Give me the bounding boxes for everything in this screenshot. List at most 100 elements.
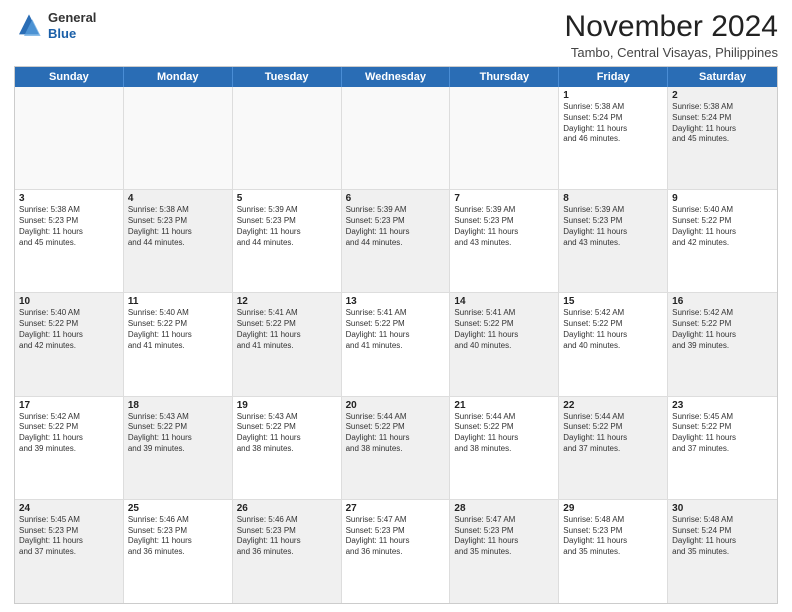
day-cell-23: 23Sunrise: 5:45 AM Sunset: 5:22 PM Dayli… [668,397,777,499]
day-cell-9: 9Sunrise: 5:40 AM Sunset: 5:22 PM Daylig… [668,190,777,292]
day-number: 3 [19,193,119,204]
day-number: 8 [563,193,663,204]
day-info: Sunrise: 5:43 AM Sunset: 5:22 PM Dayligh… [128,412,228,455]
day-info: Sunrise: 5:38 AM Sunset: 5:24 PM Dayligh… [563,102,663,145]
day-info: Sunrise: 5:39 AM Sunset: 5:23 PM Dayligh… [563,205,663,248]
day-info: Sunrise: 5:47 AM Sunset: 5:23 PM Dayligh… [346,515,446,558]
col-header-wednesday: Wednesday [342,67,451,87]
day-cell-12: 12Sunrise: 5:41 AM Sunset: 5:22 PM Dayli… [233,293,342,395]
day-number: 24 [19,503,119,514]
day-cell-29: 29Sunrise: 5:48 AM Sunset: 5:23 PM Dayli… [559,500,668,603]
day-number: 30 [672,503,773,514]
day-cell-8: 8Sunrise: 5:39 AM Sunset: 5:23 PM Daylig… [559,190,668,292]
day-number: 14 [454,296,554,307]
day-info: Sunrise: 5:41 AM Sunset: 5:22 PM Dayligh… [237,308,337,351]
day-info: Sunrise: 5:38 AM Sunset: 5:24 PM Dayligh… [672,102,773,145]
day-info: Sunrise: 5:45 AM Sunset: 5:22 PM Dayligh… [672,412,773,455]
day-cell-11: 11Sunrise: 5:40 AM Sunset: 5:22 PM Dayli… [124,293,233,395]
day-cell-25: 25Sunrise: 5:46 AM Sunset: 5:23 PM Dayli… [124,500,233,603]
logo-blue: Blue [48,26,96,42]
day-number: 16 [672,296,773,307]
page: General Blue November 2024 Tambo, Centra… [0,0,792,612]
day-cell-15: 15Sunrise: 5:42 AM Sunset: 5:22 PM Dayli… [559,293,668,395]
title-block: November 2024 Tambo, Central Visayas, Ph… [565,10,778,60]
day-info: Sunrise: 5:39 AM Sunset: 5:23 PM Dayligh… [346,205,446,248]
day-info: Sunrise: 5:46 AM Sunset: 5:23 PM Dayligh… [237,515,337,558]
day-info: Sunrise: 5:48 AM Sunset: 5:24 PM Dayligh… [672,515,773,558]
empty-cell [15,87,124,189]
col-header-tuesday: Tuesday [233,67,342,87]
day-info: Sunrise: 5:42 AM Sunset: 5:22 PM Dayligh… [563,308,663,351]
day-number: 15 [563,296,663,307]
day-number: 11 [128,296,228,307]
day-number: 19 [237,400,337,411]
location: Tambo, Central Visayas, Philippines [565,45,778,60]
day-cell-5: 5Sunrise: 5:39 AM Sunset: 5:23 PM Daylig… [233,190,342,292]
day-cell-14: 14Sunrise: 5:41 AM Sunset: 5:22 PM Dayli… [450,293,559,395]
day-cell-4: 4Sunrise: 5:38 AM Sunset: 5:23 PM Daylig… [124,190,233,292]
day-cell-21: 21Sunrise: 5:44 AM Sunset: 5:22 PM Dayli… [450,397,559,499]
day-info: Sunrise: 5:44 AM Sunset: 5:22 PM Dayligh… [454,412,554,455]
day-number: 13 [346,296,446,307]
day-cell-13: 13Sunrise: 5:41 AM Sunset: 5:22 PM Dayli… [342,293,451,395]
day-cell-22: 22Sunrise: 5:44 AM Sunset: 5:22 PM Dayli… [559,397,668,499]
day-cell-30: 30Sunrise: 5:48 AM Sunset: 5:24 PM Dayli… [668,500,777,603]
header: General Blue November 2024 Tambo, Centra… [14,10,778,60]
day-number: 27 [346,503,446,514]
day-number: 18 [128,400,228,411]
logo-icon [14,11,44,41]
day-info: Sunrise: 5:38 AM Sunset: 5:23 PM Dayligh… [128,205,228,248]
empty-cell [124,87,233,189]
col-header-thursday: Thursday [450,67,559,87]
day-info: Sunrise: 5:46 AM Sunset: 5:23 PM Dayligh… [128,515,228,558]
day-info: Sunrise: 5:48 AM Sunset: 5:23 PM Dayligh… [563,515,663,558]
day-cell-18: 18Sunrise: 5:43 AM Sunset: 5:22 PM Dayli… [124,397,233,499]
day-number: 2 [672,90,773,101]
calendar-row-3: 17Sunrise: 5:42 AM Sunset: 5:22 PM Dayli… [15,397,777,500]
day-number: 21 [454,400,554,411]
day-number: 9 [672,193,773,204]
empty-cell [450,87,559,189]
day-info: Sunrise: 5:38 AM Sunset: 5:23 PM Dayligh… [19,205,119,248]
day-info: Sunrise: 5:39 AM Sunset: 5:23 PM Dayligh… [454,205,554,248]
calendar-row-4: 24Sunrise: 5:45 AM Sunset: 5:23 PM Dayli… [15,500,777,603]
day-number: 10 [19,296,119,307]
empty-cell [233,87,342,189]
day-cell-1: 1Sunrise: 5:38 AM Sunset: 5:24 PM Daylig… [559,87,668,189]
calendar: SundayMondayTuesdayWednesdayThursdayFrid… [14,66,778,604]
day-number: 23 [672,400,773,411]
day-info: Sunrise: 5:45 AM Sunset: 5:23 PM Dayligh… [19,515,119,558]
day-cell-28: 28Sunrise: 5:47 AM Sunset: 5:23 PM Dayli… [450,500,559,603]
day-cell-6: 6Sunrise: 5:39 AM Sunset: 5:23 PM Daylig… [342,190,451,292]
day-info: Sunrise: 5:41 AM Sunset: 5:22 PM Dayligh… [454,308,554,351]
day-cell-16: 16Sunrise: 5:42 AM Sunset: 5:22 PM Dayli… [668,293,777,395]
empty-cell [342,87,451,189]
calendar-header: SundayMondayTuesdayWednesdayThursdayFrid… [15,67,777,87]
day-cell-24: 24Sunrise: 5:45 AM Sunset: 5:23 PM Dayli… [15,500,124,603]
day-number: 4 [128,193,228,204]
day-cell-3: 3Sunrise: 5:38 AM Sunset: 5:23 PM Daylig… [15,190,124,292]
calendar-body: 1Sunrise: 5:38 AM Sunset: 5:24 PM Daylig… [15,87,777,603]
logo: General Blue [14,10,96,41]
day-number: 6 [346,193,446,204]
day-number: 28 [454,503,554,514]
day-number: 26 [237,503,337,514]
col-header-monday: Monday [124,67,233,87]
day-number: 20 [346,400,446,411]
day-info: Sunrise: 5:42 AM Sunset: 5:22 PM Dayligh… [672,308,773,351]
day-number: 5 [237,193,337,204]
day-number: 22 [563,400,663,411]
logo-general: General [48,10,96,26]
calendar-row-1: 3Sunrise: 5:38 AM Sunset: 5:23 PM Daylig… [15,190,777,293]
day-number: 29 [563,503,663,514]
day-number: 1 [563,90,663,101]
calendar-row-2: 10Sunrise: 5:40 AM Sunset: 5:22 PM Dayli… [15,293,777,396]
month-title: November 2024 [565,10,778,43]
day-info: Sunrise: 5:39 AM Sunset: 5:23 PM Dayligh… [237,205,337,248]
day-cell-10: 10Sunrise: 5:40 AM Sunset: 5:22 PM Dayli… [15,293,124,395]
day-info: Sunrise: 5:40 AM Sunset: 5:22 PM Dayligh… [672,205,773,248]
day-cell-19: 19Sunrise: 5:43 AM Sunset: 5:22 PM Dayli… [233,397,342,499]
day-number: 25 [128,503,228,514]
day-info: Sunrise: 5:41 AM Sunset: 5:22 PM Dayligh… [346,308,446,351]
col-header-sunday: Sunday [15,67,124,87]
